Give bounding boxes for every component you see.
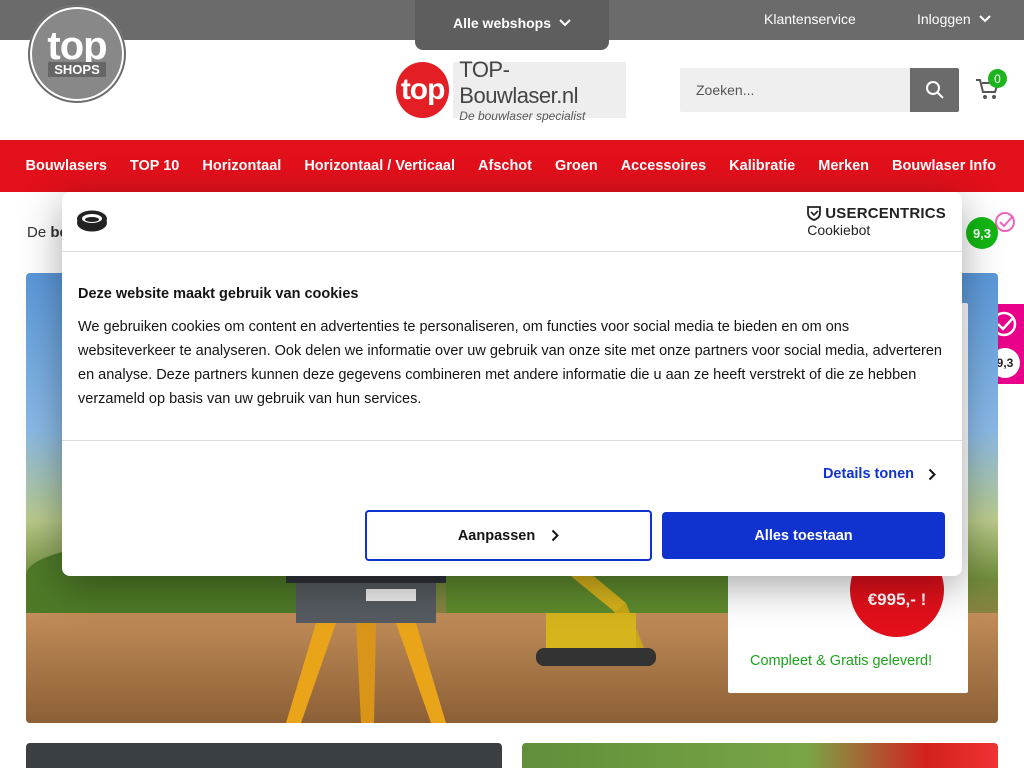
nav-item-horizontaal[interactable]: Horizontaal xyxy=(191,158,293,174)
nav-item-afschot[interactable]: Afschot xyxy=(467,158,544,174)
nav-item-bouwlasers[interactable]: Bouwlasers xyxy=(14,158,118,174)
topshops-logo[interactable]: top SHOPS xyxy=(28,5,126,103)
cookie-dialog-title: Deze website maakt gebruik van cookies xyxy=(78,286,359,302)
kiyoh-check-icon xyxy=(995,212,1015,232)
nav-item-bouwlaser-info[interactable]: Bouwlaser Info xyxy=(881,158,1008,174)
login-label: Inloggen xyxy=(917,11,971,27)
all-webshops-dropdown[interactable]: Alle webshops xyxy=(415,0,609,50)
allow-all-button[interactable]: Alles toestaan xyxy=(662,512,945,559)
chevron-down-icon xyxy=(979,15,991,23)
brand-logo-circle: top xyxy=(396,62,450,118)
product-teaser[interactable] xyxy=(522,743,998,768)
topshops-logo-inner: top SHOPS xyxy=(32,9,122,99)
topshops-logo-top: top xyxy=(47,23,107,68)
customer-service-link[interactable]: Klantenservice xyxy=(764,11,856,27)
cookie-dialog-divider xyxy=(62,440,962,441)
cookiebot-label: Cookiebot xyxy=(807,222,871,238)
search-bar xyxy=(680,68,959,112)
product-teaser[interactable] xyxy=(26,743,502,768)
nav-item-kalibratie[interactable]: Kalibratie xyxy=(718,158,807,174)
nav-item-accessoires[interactable]: Accessoires xyxy=(609,158,717,174)
nav-item-horizontaal-verticaal[interactable]: Horizontaal / Verticaal xyxy=(293,158,467,174)
cookie-dialog-header: USERCENTRICS Cookiebot xyxy=(62,192,962,252)
brand-tagline: De bouwlaser specialist xyxy=(459,109,586,123)
chevron-down-icon xyxy=(559,19,571,27)
nav-item-top10[interactable]: TOP 10 xyxy=(118,158,190,174)
details-label: Details tonen xyxy=(822,466,914,482)
main-navigation: Bouwlasers TOP 10 Horizontaal Horizontaa… xyxy=(0,140,1024,192)
topshops-logo-shops: SHOPS xyxy=(48,61,106,77)
brand-logo[interactable]: top TOP-Bouwlaser.nl De bouwlaser specia… xyxy=(396,57,626,123)
cookie-dialog-body: We gebruiken cookies om content en adver… xyxy=(78,319,942,407)
cookie-provider-logo-icon xyxy=(77,210,107,232)
customize-button[interactable]: Aanpassen xyxy=(365,510,652,561)
search-icon xyxy=(925,81,944,99)
customize-label: Aanpassen xyxy=(457,527,536,544)
all-webshops-label: Alle webshops xyxy=(452,15,552,31)
usercentrics-branding[interactable]: USERCENTRICS Cookiebot xyxy=(807,205,946,238)
nav-item-groen[interactable]: Groen xyxy=(544,158,610,174)
brand-name: TOP-Bouwlaser.nl xyxy=(459,57,579,108)
search-input[interactable] xyxy=(680,68,910,112)
usercentrics-title-text: USERCENTRICS xyxy=(825,205,946,222)
delivery-text: Compleet & Gratis geleverd! xyxy=(750,653,933,669)
customer-service-label: Klantenservice xyxy=(764,11,856,27)
search-button[interactable] xyxy=(910,68,959,112)
usercentrics-title: USERCENTRICS xyxy=(807,205,946,222)
chevron-right-icon xyxy=(928,468,936,480)
brand-logo-text: TOP-Bouwlaser.nl De bouwlaser specialist xyxy=(453,57,626,123)
shield-icon xyxy=(807,206,822,221)
laser-tripod-image xyxy=(286,553,446,723)
details-toggle-link[interactable]: Details tonen xyxy=(823,466,936,482)
chevron-right-icon xyxy=(551,529,560,542)
cart-count-badge: 0 xyxy=(988,69,1007,88)
intro-prefix: De xyxy=(27,224,47,241)
nav-item-merken[interactable]: Merken xyxy=(807,158,881,174)
login-dropdown[interactable]: Inloggen xyxy=(917,11,991,27)
cookie-consent-dialog: USERCENTRICS Cookiebot Deze website maak… xyxy=(62,192,962,576)
